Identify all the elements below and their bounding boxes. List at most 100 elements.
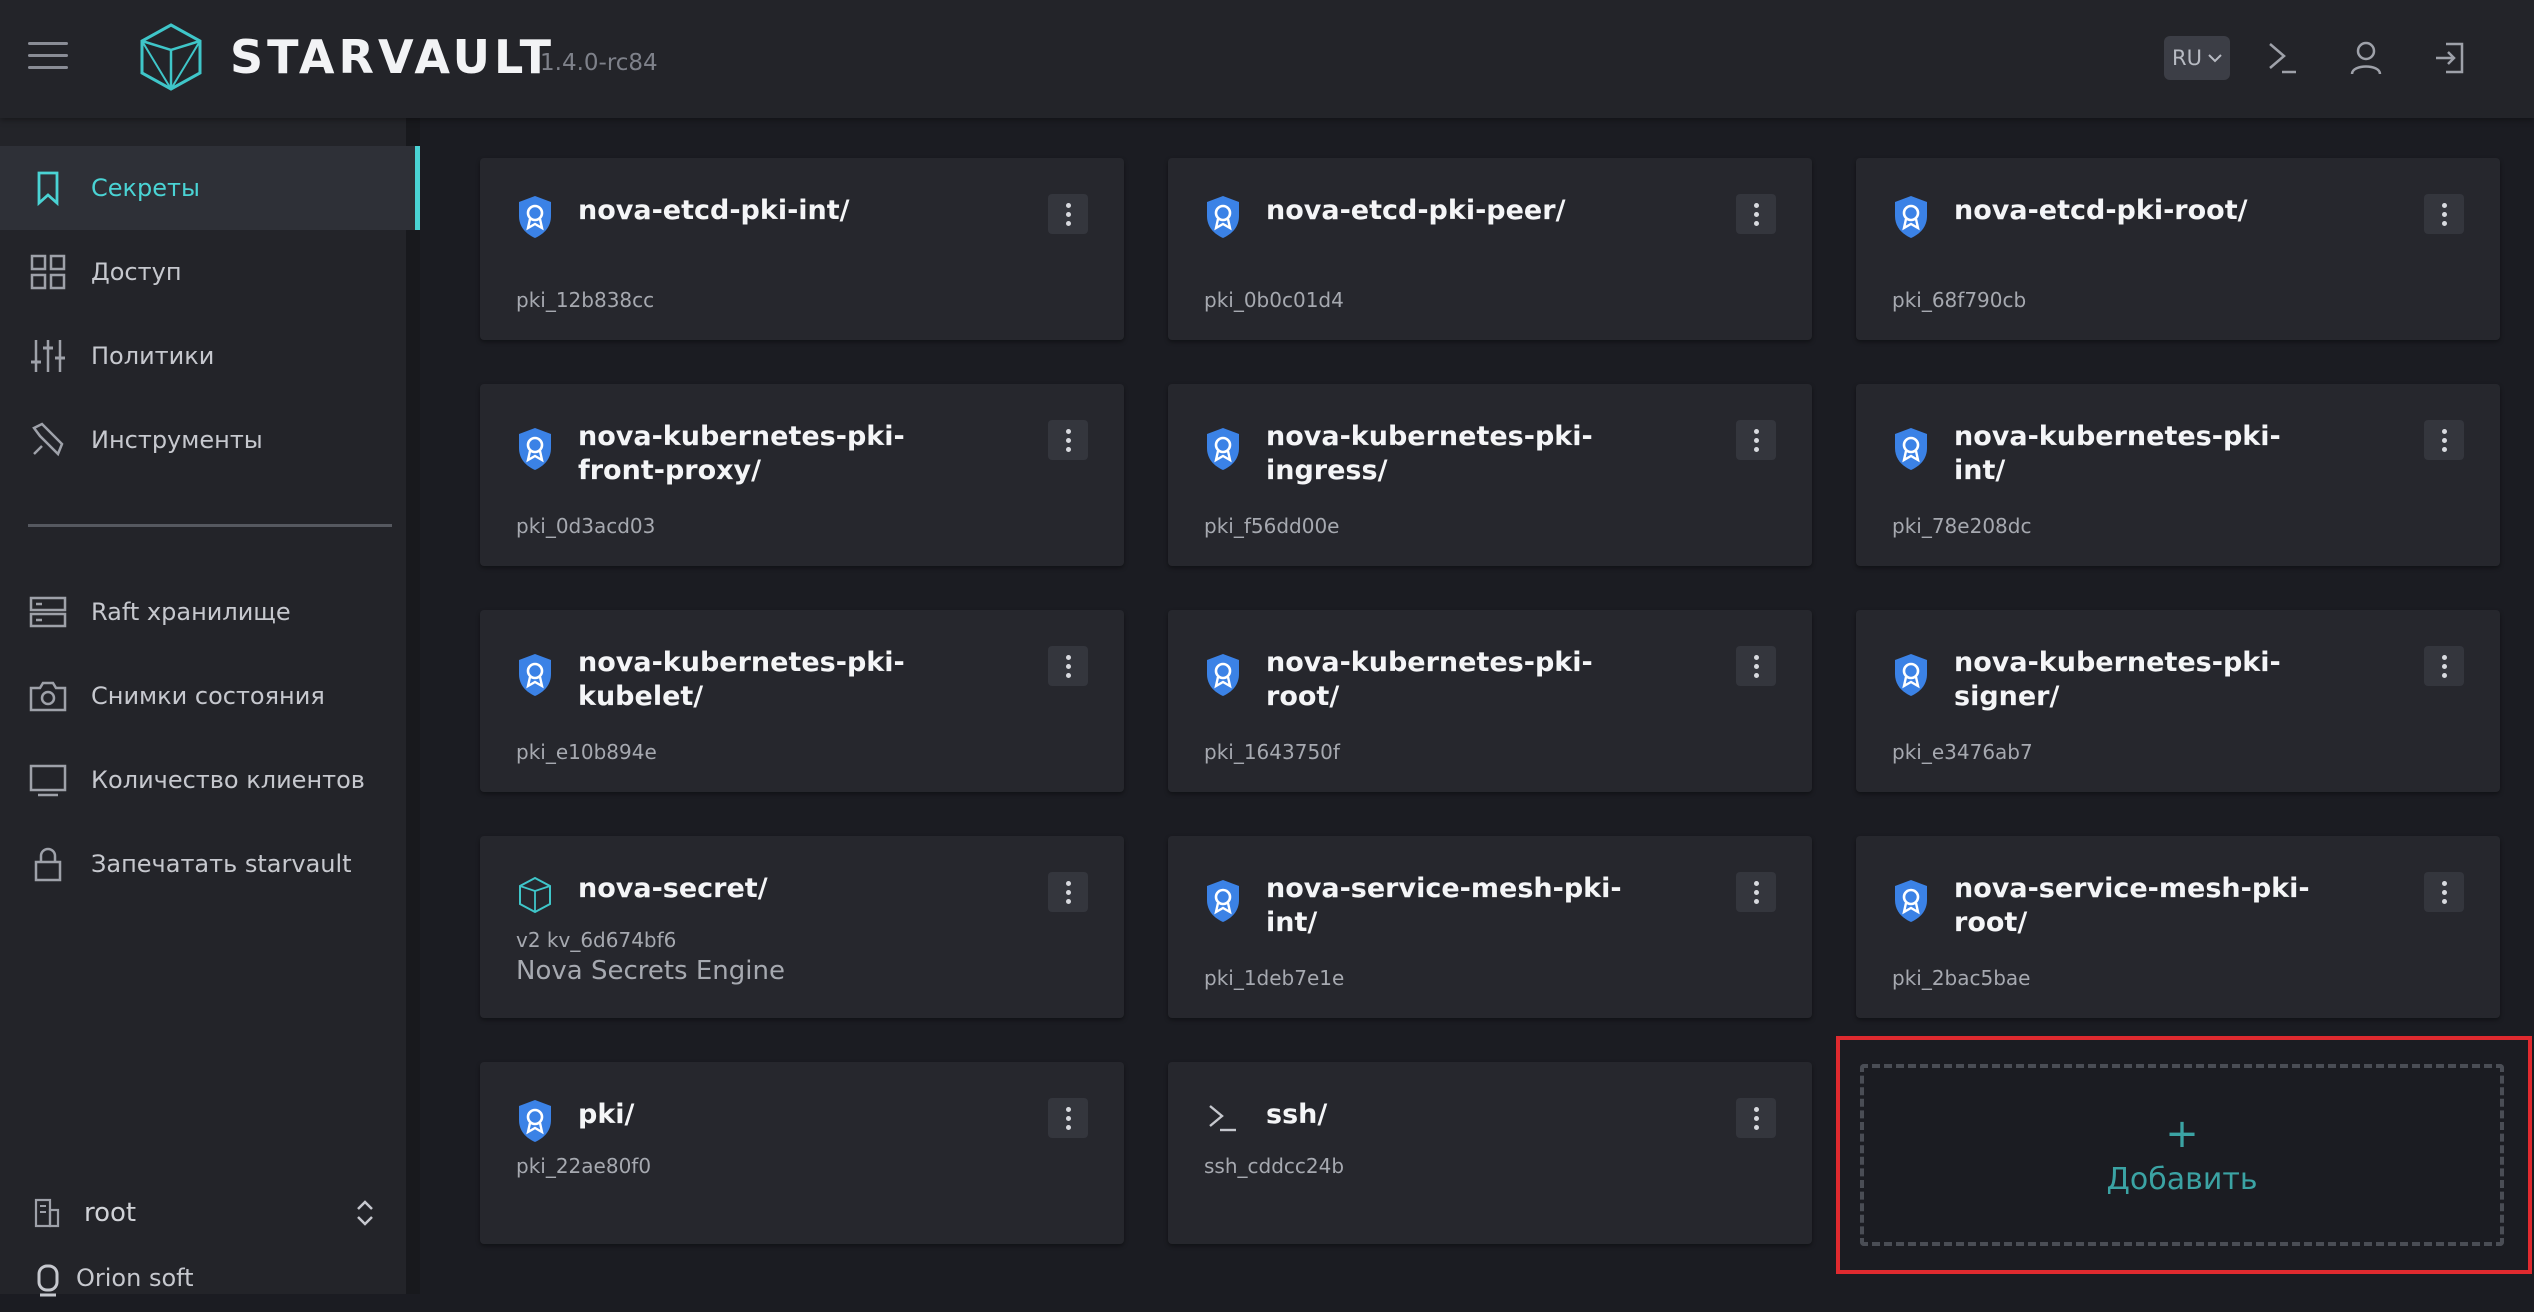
sidebar-item-client-count[interactable]: Количество клиентов	[0, 738, 420, 822]
kebab-menu-icon[interactable]	[2424, 420, 2464, 460]
sidebar-item-label: Снимки состояния	[91, 682, 325, 710]
secret-engine-card[interactable]: nova-kubernetes-pki-ingress/ pki_f56dd00…	[1168, 384, 1812, 566]
secrets-engines-grid: nova-etcd-pki-int/ pki_12b838cc nova-etc…	[434, 118, 2534, 1294]
engine-path[interactable]: nova-kubernetes-pki-kubelet/	[578, 646, 938, 714]
add-label: Добавить	[2106, 1161, 2258, 1197]
kebab-menu-icon[interactable]	[2424, 872, 2464, 912]
secret-engine-card[interactable]: nova-service-mesh-pki-int/ pki_1deb7e1e	[1168, 836, 1812, 1018]
engine-path[interactable]: nova-secret/	[578, 872, 938, 906]
logout-icon[interactable]	[2428, 36, 2472, 80]
certificate-icon	[519, 196, 551, 238]
certificate-icon	[519, 654, 551, 696]
sidebar: Секреты Доступ Политики Инструменты Raft…	[0, 118, 420, 1297]
engine-path[interactable]: nova-kubernetes-pki-signer/	[1954, 646, 2314, 714]
sidebar-item-tools[interactable]: Инструменты	[0, 398, 420, 482]
secret-engine-card[interactable]: nova-etcd-pki-peer/ pki_0b0c01d4	[1168, 158, 1812, 340]
engine-accessor: pki_0d3acd03	[516, 514, 656, 538]
engine-accessor: v2 kv_6d674bf6	[516, 928, 677, 952]
add-secret-engine-button[interactable]: + Добавить	[1860, 1064, 2504, 1246]
secret-engine-card[interactable]: ssh/ ssh_cddcc24b	[1168, 1062, 1812, 1244]
lock-icon	[34, 847, 62, 882]
console-icon[interactable]	[2260, 36, 2304, 80]
secret-engine-card[interactable]: nova-kubernetes-pki-signer/ pki_e3476ab7	[1856, 610, 2500, 792]
camera-icon	[29, 681, 67, 712]
engine-accessor: pki_f56dd00e	[1204, 514, 1340, 538]
secret-engine-card[interactable]: nova-kubernetes-pki-front-proxy/ pki_0d3…	[480, 384, 1124, 566]
engine-path[interactable]: nova-kubernetes-pki-int/	[1954, 420, 2314, 488]
vendor-name: Orion soft	[76, 1264, 194, 1292]
kebab-menu-icon[interactable]	[1736, 194, 1776, 234]
language-select[interactable]: RU	[2164, 36, 2230, 80]
sliders-icon	[31, 340, 65, 372]
sidebar-item-policies[interactable]: Политики	[0, 314, 420, 398]
kebab-menu-icon[interactable]	[1736, 1098, 1776, 1138]
engine-accessor: pki_78e208dc	[1892, 514, 2032, 538]
grid-icon	[30, 254, 66, 290]
engine-path[interactable]: nova-etcd-pki-peer/	[1266, 194, 1626, 228]
engine-accessor: pki_2bac5bae	[1892, 966, 2031, 990]
engine-path[interactable]: nova-service-mesh-pki-root/	[1954, 872, 2314, 940]
vendor-footer: Orion soft	[0, 1252, 406, 1312]
engine-path[interactable]: pki/	[578, 1098, 938, 1132]
sidebar-item-access[interactable]: Доступ	[0, 230, 420, 314]
kebab-menu-icon[interactable]	[1048, 646, 1088, 686]
certificate-icon	[1207, 654, 1239, 696]
kebab-menu-icon[interactable]	[1048, 1098, 1088, 1138]
kebab-menu-icon[interactable]	[1048, 194, 1088, 234]
kebab-menu-icon[interactable]	[2424, 194, 2464, 234]
monitor-icon	[29, 764, 67, 797]
version-label: 1.4.0-rc84	[540, 50, 658, 76]
language-value: RU	[2172, 46, 2202, 70]
sidebar-item-snapshots[interactable]: Снимки состояния	[0, 654, 420, 738]
secret-engine-card[interactable]: pki/ pki_22ae80f0	[480, 1062, 1124, 1244]
starvault-logo-icon	[140, 23, 202, 91]
secret-engine-card[interactable]: nova-service-mesh-pki-root/ pki_2bac5bae	[1856, 836, 2500, 1018]
kebab-menu-icon[interactable]	[1736, 646, 1776, 686]
engine-accessor: pki_12b838cc	[516, 288, 655, 312]
certificate-icon	[1207, 428, 1239, 470]
certificate-icon	[1207, 880, 1239, 922]
sidebar-item-label: Количество клиентов	[91, 766, 365, 794]
engine-path[interactable]: nova-etcd-pki-int/	[578, 194, 938, 228]
secret-engine-card[interactable]: nova-etcd-pki-root/ pki_68f790cb	[1856, 158, 2500, 340]
engine-accessor: pki_e10b894e	[516, 740, 657, 764]
secret-engine-card[interactable]: nova-kubernetes-pki-int/ pki_78e208dc	[1856, 384, 2500, 566]
certificate-icon	[519, 428, 551, 470]
orion-logo-icon	[37, 1264, 59, 1297]
highlight-frame: + Добавить	[1836, 1036, 2532, 1274]
sidebar-item-label: Политики	[91, 342, 215, 370]
engine-path[interactable]: nova-etcd-pki-root/	[1954, 194, 2314, 228]
certificate-icon	[519, 1100, 551, 1142]
secret-engine-card[interactable]: nova-etcd-pki-int/ pki_12b838cc	[480, 158, 1124, 340]
sidebar-item-seal[interactable]: Запечатать starvault	[0, 822, 420, 906]
wrench-icon	[32, 422, 64, 457]
engine-path[interactable]: ssh/	[1266, 1098, 1626, 1132]
menu-icon[interactable]	[28, 42, 68, 72]
secret-engine-card[interactable]: nova-kubernetes-pki-root/ pki_1643750f	[1168, 610, 1812, 792]
secret-engine-card[interactable]: nova-secret/ v2 kv_6d674bf6 Nova Secrets…	[480, 836, 1124, 1018]
kebab-menu-icon[interactable]	[1048, 420, 1088, 460]
engine-accessor: pki_1643750f	[1204, 740, 1340, 764]
sidebar-item-secrets[interactable]: Секреты	[0, 146, 420, 230]
sidebar-item-label: Raft хранилище	[91, 598, 291, 626]
user-icon[interactable]	[2344, 36, 2388, 80]
kebab-menu-icon[interactable]	[1048, 872, 1088, 912]
brand-name: STARVAULT	[230, 30, 556, 84]
certificate-icon	[1895, 196, 1927, 238]
engine-path[interactable]: nova-kubernetes-pki-front-proxy/	[578, 420, 938, 488]
bookmark-icon	[37, 171, 59, 207]
kebab-menu-icon[interactable]	[1736, 872, 1776, 912]
engine-description: Nova Secrets Engine	[516, 956, 785, 986]
secret-engine-card[interactable]: nova-kubernetes-pki-kubelet/ pki_e10b894…	[480, 610, 1124, 792]
namespace-picker[interactable]: root	[0, 1176, 406, 1252]
engine-accessor: pki_1deb7e1e	[1204, 966, 1345, 990]
kebab-menu-icon[interactable]	[2424, 646, 2464, 686]
engine-path[interactable]: nova-kubernetes-pki-root/	[1266, 646, 1626, 714]
engine-path[interactable]: nova-service-mesh-pki-int/	[1266, 872, 1626, 940]
sidebar-item-raft-storage[interactable]: Raft хранилище	[0, 570, 420, 654]
engine-path[interactable]: nova-kubernetes-pki-ingress/	[1266, 420, 1626, 488]
sidebar-divider	[28, 524, 392, 527]
certificate-icon	[1895, 880, 1927, 922]
kebab-menu-icon[interactable]	[1736, 420, 1776, 460]
sidebar-item-label: Инструменты	[91, 426, 263, 454]
